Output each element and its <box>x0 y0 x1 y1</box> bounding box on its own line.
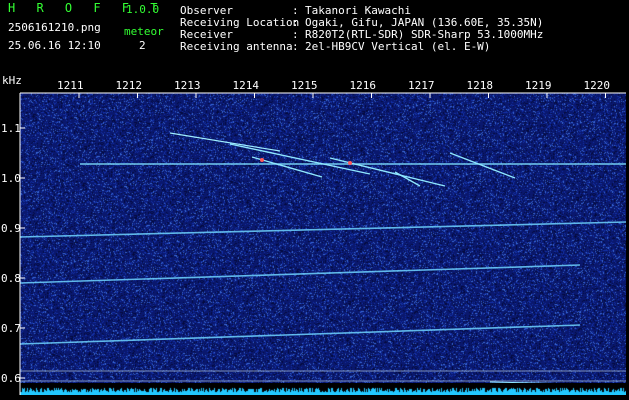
y-axis-unit: kHz <box>2 74 22 87</box>
y-tick-label: 0.8 <box>1 272 21 285</box>
y-axis-labels: 1.1 1.0 0.9 0.8 0.7 0.6 <box>1 122 21 385</box>
x-axis-labels: 1211 1212 1213 1214 1215 1216 1217 1218 1219 1220 <box>57 79 610 92</box>
x-tick-label: 1218 <box>467 79 494 92</box>
y-tick-label: 0.6 <box>1 372 21 385</box>
x-tick-label: 1220 <box>584 79 611 92</box>
y-tick-label: 1.0 <box>1 172 21 185</box>
x-tick-label: 1212 <box>116 79 143 92</box>
y-tick-label: 1.1 <box>1 122 21 135</box>
axes: kHz 1211 1212 1213 1214 1215 1216 1217 1218 1219… <box>1 74 626 395</box>
x-tick-label: 1213 <box>174 79 201 92</box>
y-tick-label: 0.9 <box>1 222 21 235</box>
x-tick-label: 1211 <box>57 79 84 92</box>
y-tick-label: 0.7 <box>1 322 21 335</box>
x-tick-label: 1214 <box>233 79 260 92</box>
x-tick-label: 1217 <box>408 79 435 92</box>
hrofft-window: H R O F F T 1.0.0 2506161210.png 25.06.1… <box>0 0 629 400</box>
x-tick-label: 1215 <box>291 79 318 92</box>
y-axis-ticks <box>20 127 25 379</box>
x-axis-ticks <box>78 93 606 98</box>
x-tick-label: 1216 <box>350 79 377 92</box>
x-tick-label: 1219 <box>525 79 552 92</box>
